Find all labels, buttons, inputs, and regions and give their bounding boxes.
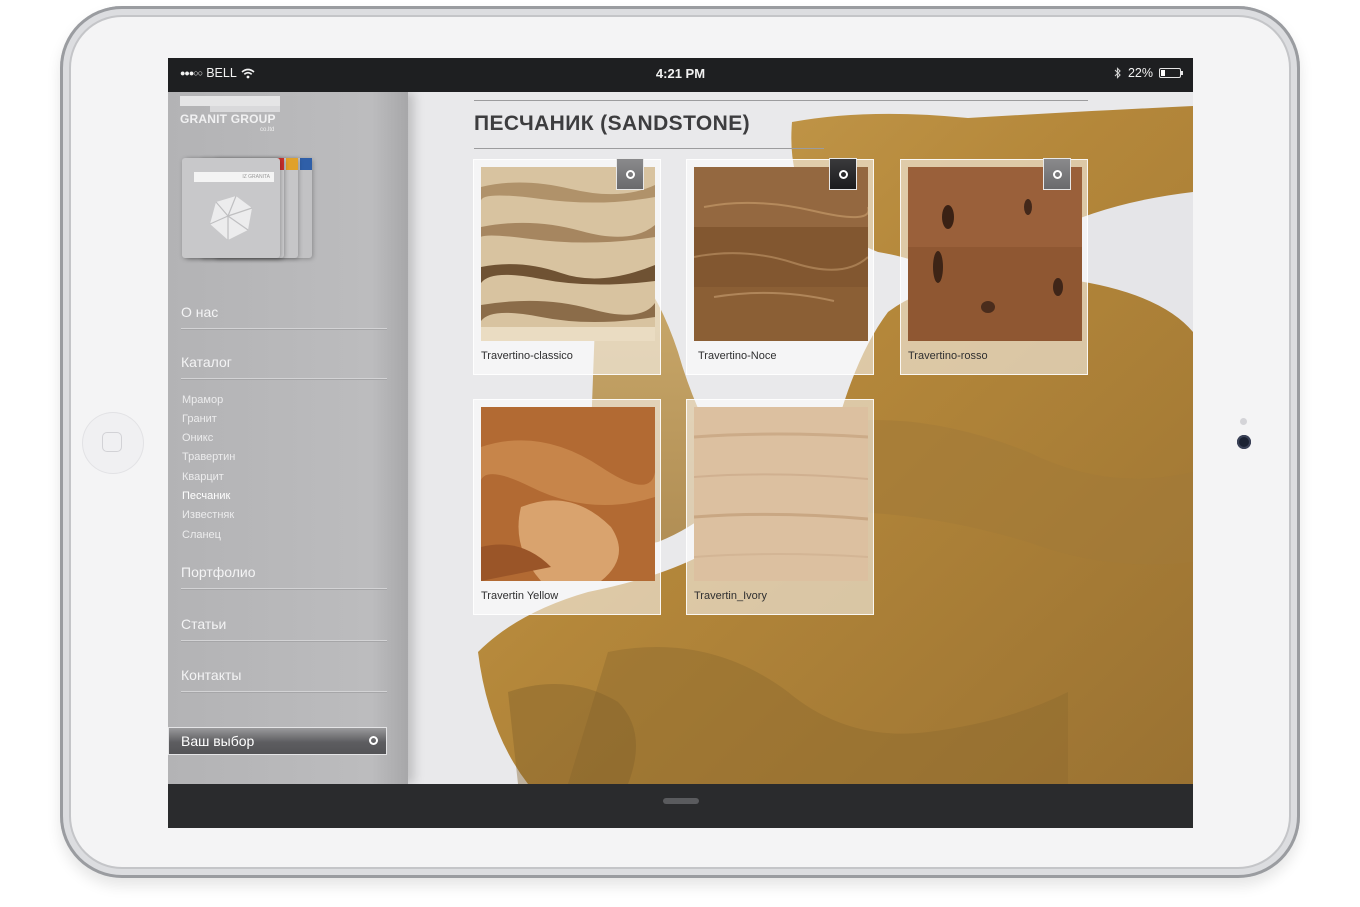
catalog-item-slate[interactable]: Сланец <box>182 529 221 541</box>
page-title: ПЕСЧАНИК (SANDSTONE) <box>474 112 751 135</box>
catalog-ribbon: IZ GRANITA <box>194 172 274 182</box>
battery-fill <box>1161 70 1165 76</box>
nav-about[interactable]: О нас <box>181 304 387 329</box>
product-name: Travertin_Ivory <box>694 590 767 602</box>
product-name: Travertino-classico <box>481 350 573 362</box>
nav-articles[interactable]: Статьи <box>181 616 387 641</box>
product-card[interactable]: Travertin Yellow <box>473 399 661 615</box>
product-thumbnail <box>481 407 655 581</box>
home-square-icon <box>102 432 122 452</box>
drag-handle[interactable] <box>663 798 699 804</box>
circle-icon <box>1053 170 1062 179</box>
add-to-selection-button[interactable] <box>829 158 857 190</box>
app-area: ПЕСЧАНИК (SANDSTONE) Travertino-classico <box>168 92 1193 784</box>
add-to-selection-button[interactable] <box>1043 158 1071 190</box>
sidebar: GRANIT GROUP co.ltd IZ GRANITA О нас Кат… <box>168 92 408 784</box>
product-thumbnail <box>908 167 1082 341</box>
product-thumbnail <box>481 167 655 341</box>
product-thumbnail <box>694 167 868 341</box>
catalog-item-travertine[interactable]: Травертин <box>182 451 235 463</box>
status-bar: ●●●○○ BELL 4:21 PM 22% <box>168 58 1193 92</box>
product-card[interactable]: Travertino-classico <box>473 158 661 375</box>
catalog-item-marble[interactable]: Мрамор <box>182 394 223 406</box>
company-logo[interactable]: GRANIT GROUP co.ltd <box>180 96 290 136</box>
bluetooth-icon <box>1114 67 1121 79</box>
nav-catalog[interactable]: Каталог <box>181 354 387 379</box>
circle-icon <box>626 170 635 179</box>
catalog-item-quartzite[interactable]: Кварцит <box>182 471 224 483</box>
content-area: ПЕСЧАНИК (SANDSTONE) Travertino-classico <box>408 92 1193 784</box>
product-card[interactable]: Travertin_Ivory <box>686 399 874 615</box>
title-rule-top <box>474 100 1088 101</box>
screen: ●●●○○ BELL 4:21 PM 22% ПЕСЧАНИК (SANDSTO… <box>168 58 1193 828</box>
product-thumbnail <box>694 407 868 581</box>
catalog-item-granite[interactable]: Гранит <box>182 413 217 425</box>
catalog-item-sandstone[interactable]: Песчаник <box>182 490 230 502</box>
sensor-dot <box>1240 418 1247 425</box>
battery-icon <box>1159 68 1183 78</box>
product-name: Travertino-rosso <box>908 350 988 362</box>
add-to-selection-button[interactable] <box>616 158 644 190</box>
logo-subtitle: co.ltd <box>260 127 275 133</box>
circle-icon <box>369 736 378 745</box>
title-rule-bottom <box>474 148 824 149</box>
home-button[interactable] <box>82 412 144 474</box>
catalog-item-limestone[interactable]: Известняк <box>182 509 234 521</box>
circle-icon <box>839 170 848 179</box>
nav-contacts[interactable]: Контакты <box>181 667 387 692</box>
clock: 4:21 PM <box>655 66 706 81</box>
catalog-cover[interactable]: IZ GRANITA <box>182 158 312 262</box>
product-card[interactable]: Travertino-rosso <box>900 158 1088 375</box>
battery-percent: 22% <box>1127 66 1153 80</box>
diamond-icon <box>209 195 253 240</box>
logo-bar <box>180 96 280 106</box>
catalog-front: IZ GRANITA <box>182 158 280 258</box>
product-name: Travertin Yellow <box>481 590 559 602</box>
camera-icon <box>1237 435 1251 449</box>
logo-name: GRANIT GROUP <box>180 112 276 126</box>
nav-portfolio[interactable]: Портфолио <box>181 564 387 589</box>
product-name: Travertino-Noce <box>698 350 777 362</box>
catalog-item-onyx[interactable]: Оникс <box>182 432 213 444</box>
bottom-bar <box>168 784 1193 828</box>
product-card[interactable]: Travertino-Noce <box>686 158 874 375</box>
your-choice-label: Ваш выбор <box>181 733 255 749</box>
your-choice-button[interactable]: Ваш выбор <box>168 727 387 755</box>
